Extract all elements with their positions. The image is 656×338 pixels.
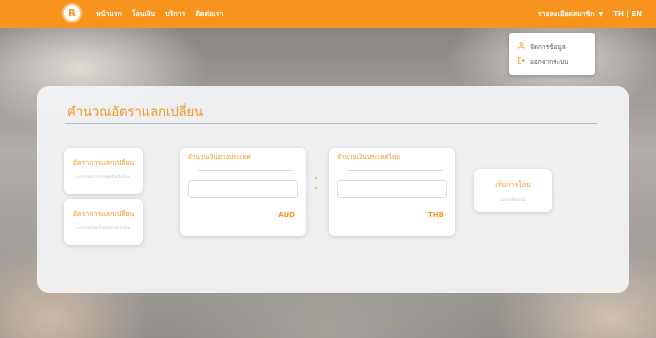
- option-subtitle: แลกเงินไทยเป็นเงินต่างประเทศ: [76, 225, 131, 230]
- logout-icon: [517, 57, 525, 66]
- option-subtitle: แลกเงินต่างประเทศเป็นเงินไทย: [76, 174, 131, 179]
- option-card-foreign-to-thai[interactable]: อัตราการแลกเปลี่ยน แลกเงินต่างประเทศเป็น…: [64, 148, 143, 194]
- option-title: อัตราการแลกเปลี่ยน: [72, 210, 135, 218]
- start-transfer-subtitle: แลกเปลี่ยนเงิน: [500, 197, 526, 202]
- field-underline: [198, 170, 294, 171]
- swap-arrow-bottom: »: [314, 185, 318, 192]
- foreign-amount-input[interactable]: [188, 180, 298, 198]
- foreign-amount-card: จำนวนเงินต่างประเทศ AUD: [180, 148, 306, 236]
- chevron-down-icon: ▼: [598, 10, 604, 18]
- user-dropdown-menu: จัดการข้อมูล ออกจากระบบ: [509, 33, 595, 75]
- brand-logo-letter: R: [68, 7, 76, 19]
- thai-amount-input[interactable]: [337, 180, 447, 198]
- dropdown-item-logout[interactable]: ออกจากระบบ: [517, 54, 587, 69]
- nav-link-contact[interactable]: ติดต่อเรา: [195, 9, 223, 20]
- foreign-currency-code: AUD: [278, 211, 295, 219]
- swap-arrows-icon[interactable]: » »: [311, 174, 321, 194]
- exchange-calculator-panel: คำนวณอัตราแลกเปลี่ยน อัตราการแลกเปลี่ยน …: [37, 86, 629, 293]
- nav-link-services[interactable]: บริการ: [165, 9, 185, 20]
- start-transfer-button[interactable]: เริ่มการโอน แลกเปลี่ยนเงิน: [474, 169, 552, 212]
- top-navbar: R หน้าแรก โอนเงิน บริการ ติดต่อเรา รายละ…: [0, 0, 656, 28]
- dropdown-item-label: จัดการข้อมูล: [530, 42, 566, 51]
- nav-link-transfer[interactable]: โอนเงิน: [132, 9, 155, 20]
- start-transfer-label: เริ่มการโอน: [495, 181, 531, 189]
- thai-currency-code: THB: [428, 211, 444, 219]
- thai-amount-label: จำนวนเงินประเทศไทย: [337, 153, 400, 161]
- thai-amount-card: จำนวนเงินประเทศไทย THB: [329, 148, 455, 236]
- field-underline: [347, 170, 443, 171]
- user-icon: [517, 42, 525, 51]
- user-menu-label: รายละเอียดสมาชิก: [537, 9, 595, 18]
- swap-arrow-top: »: [314, 175, 318, 182]
- page-title: คำนวณอัตราแลกเปลี่ยน: [67, 105, 204, 120]
- nav-link-home[interactable]: หน้าแรก: [96, 9, 122, 20]
- brand-logo[interactable]: R: [62, 3, 82, 23]
- dropdown-item-manage-profile[interactable]: จัดการข้อมูล: [517, 39, 587, 54]
- user-menu-toggle[interactable]: รายละเอียดสมาชิก ▼: [538, 9, 604, 20]
- nav-right: รายละเอียดสมาชิก ▼ TH | EN: [538, 0, 642, 28]
- nav-links: หน้าแรก โอนเงิน บริการ ติดต่อเรา: [96, 0, 223, 28]
- option-title: อัตราการแลกเปลี่ยน: [72, 159, 135, 167]
- option-card-thai-to-foreign[interactable]: อัตราการแลกเปลี่ยน แลกเงินไทยเป็นเงินต่า…: [64, 199, 143, 245]
- title-divider: [65, 123, 597, 124]
- foreign-amount-label: จำนวนเงินต่างประเทศ: [188, 153, 251, 161]
- language-switch[interactable]: TH | EN: [613, 10, 642, 18]
- dropdown-item-label: ออกจากระบบ: [530, 57, 569, 66]
